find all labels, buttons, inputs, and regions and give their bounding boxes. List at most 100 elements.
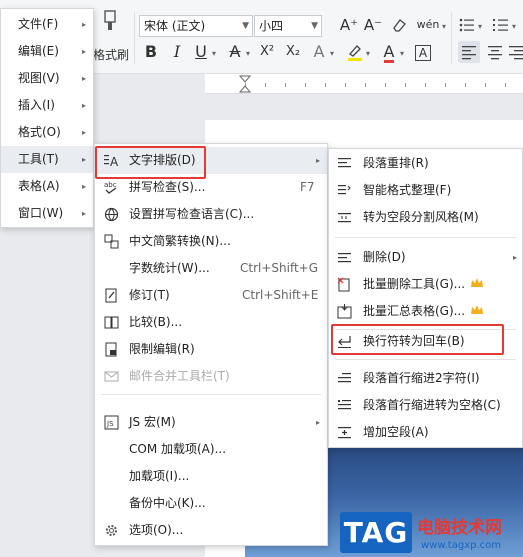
shortcut-label: F7 xyxy=(300,180,315,194)
font-name-select[interactable]: 宋体 (正文) ▼ xyxy=(139,15,253,37)
chevron-down-icon: ▼ xyxy=(311,21,318,31)
menu-item-chinese-convert[interactable]: 中文简繁转换(N)... xyxy=(95,228,327,255)
empty-paragraph-icon xyxy=(338,213,351,223)
menu-item-spellcheck[interactable]: abc 拼写检查(S)... F7 xyxy=(95,174,327,201)
menu-item-indent-2-chars[interactable]: 段落首行缩进2字符(I) xyxy=(329,365,522,392)
menu-item-text-layout[interactable]: A 文字排版(D) ▸ xyxy=(95,147,327,174)
menu-item-indent-to-space[interactable]: 段落首行缩进转为空格(C) xyxy=(329,392,522,419)
format-painter-button[interactable]: 格式刷 xyxy=(93,10,133,62)
numbered-list-button[interactable] xyxy=(490,14,512,36)
ruler-tick xyxy=(505,83,506,87)
chevron-down-icon[interactable]: ▾ xyxy=(366,49,370,58)
text-effect-icon: A xyxy=(313,42,325,61)
char-border-button[interactable]: A xyxy=(412,41,434,63)
chevron-down-icon[interactable]: ▾ xyxy=(478,22,482,31)
toolbar-divider xyxy=(134,12,135,64)
pinyin-button[interactable]: wén xyxy=(414,14,442,36)
superscript-button[interactable]: X² xyxy=(256,41,278,63)
smart-format-icon xyxy=(338,185,351,195)
menu-item-add-empty-paragraph[interactable]: 增加空段(A) xyxy=(329,419,522,446)
clear-format-button[interactable] xyxy=(388,14,410,36)
shrink-font-button[interactable]: A⁻ xyxy=(362,14,384,36)
indent-space-icon xyxy=(338,400,351,410)
menu-item-empty-paragraph[interactable]: 转为空段分割风格(M) xyxy=(329,204,522,231)
italic-button[interactable]: I xyxy=(166,41,188,63)
font-size-select[interactable]: 小四 ▼ xyxy=(254,15,322,37)
chevron-down-icon[interactable]: ▾ xyxy=(246,49,250,58)
strikethrough-icon: A xyxy=(229,42,241,61)
bold-icon: B xyxy=(144,42,158,61)
menu-item-smart-format[interactable]: 智能格式整理(F) xyxy=(329,177,522,204)
menu-item-js-macro[interactable]: JS JS 宏(M) ▸ xyxy=(95,409,327,436)
align-left-button[interactable] xyxy=(458,41,480,63)
chevron-down-icon[interactable]: ▾ xyxy=(512,22,516,31)
menu-item-edit[interactable]: 编辑(E) ▸ xyxy=(1,38,93,65)
bullet-list-button[interactable] xyxy=(456,14,478,36)
menu-item-word-count[interactable]: 字数统计(W)... Ctrl+Shift+G xyxy=(95,255,327,282)
language-icon xyxy=(104,207,119,222)
menu-item-delete[interactable]: 删除(D) ▸ xyxy=(329,244,522,271)
menu-item-label: 拼写检查(S)... xyxy=(129,180,206,194)
menu-item-tools[interactable]: 工具(T) ▸ xyxy=(1,146,93,173)
chevron-down-icon: ▼ xyxy=(242,21,249,31)
font-color-button[interactable]: A xyxy=(378,41,400,63)
menu-item-label: 段落重排(R) xyxy=(363,156,429,170)
text-effect-button[interactable]: A xyxy=(308,41,330,63)
align-center-button[interactable] xyxy=(484,41,506,63)
font-size-value: 小四 xyxy=(259,19,284,33)
indent-2-icon xyxy=(338,373,351,383)
menu-item-backup-center[interactable]: 备份中心(K)... xyxy=(95,490,327,517)
chevron-down-icon[interactable]: ▾ xyxy=(212,49,216,58)
menu-item-batch-delete[interactable]: 批量删除工具(G)... xyxy=(329,271,522,298)
convert-icon xyxy=(104,234,119,249)
menu-item-revision[interactable]: 修订(T) Ctrl+Shift+E xyxy=(95,282,327,309)
add-paragraph-icon xyxy=(338,427,351,439)
menu-item-label: 窗口(W) xyxy=(18,206,64,220)
revision-icon xyxy=(105,288,117,303)
menu-item-label: 批量汇总表格(G)... xyxy=(363,304,466,318)
chevron-right-icon: ▸ xyxy=(82,155,87,164)
font-color-icon: A xyxy=(383,42,395,63)
menu-item-window[interactable]: 窗口(W) ▸ xyxy=(1,200,93,227)
chevron-down-icon[interactable]: ▾ xyxy=(330,49,334,58)
menu-item-table[interactable]: 表格(A) ▸ xyxy=(1,173,93,200)
italic-icon: I xyxy=(173,42,181,61)
menu-item-addin[interactable]: 加载项(I)... xyxy=(95,463,327,490)
menu-item-options[interactable]: 选项(O)... xyxy=(95,517,327,544)
batch-table-icon xyxy=(337,304,352,319)
menu-item-view[interactable]: 视图(V) ▸ xyxy=(1,65,93,92)
chevron-down-icon[interactable]: ▾ xyxy=(442,22,446,31)
menu-item-compare[interactable]: 比较(B)... xyxy=(95,309,327,336)
menu-item-restrict-edit[interactable]: 限制编辑(R) xyxy=(95,336,327,363)
spellcheck-icon: abc xyxy=(104,181,117,194)
subscript-button[interactable]: X₂ xyxy=(282,41,304,63)
menu-item-label: 备份中心(K)... xyxy=(129,496,206,510)
ruler-tick xyxy=(345,83,346,87)
shrink-font-icon: A⁻ xyxy=(363,16,383,34)
indent-marker-icon[interactable] xyxy=(238,74,252,94)
align-center-icon xyxy=(488,46,502,60)
chevron-down-icon[interactable]: ▾ xyxy=(400,49,404,58)
menu-item-com-addin[interactable]: COM 加载项(A)... xyxy=(95,436,327,463)
horizontal-ruler[interactable] xyxy=(205,74,523,94)
menu-item-line-break-to-enter[interactable]: 换行符转为回车(B) xyxy=(329,328,522,355)
menu-item-batch-table[interactable]: 批量汇总表格(G)... xyxy=(329,298,522,325)
highlight-button[interactable] xyxy=(344,41,366,63)
underline-button[interactable]: U xyxy=(190,41,212,63)
menu-item-paragraph-rearrange[interactable]: 段落重排(R) xyxy=(329,150,522,177)
strikethrough-button[interactable]: A xyxy=(224,41,246,63)
superscript-icon: X² xyxy=(259,44,275,59)
tools-menu: A 文字排版(D) ▸ abc 拼写检查(S)... F7 设置拼写检查语言(C… xyxy=(94,143,328,546)
menu-item-insert[interactable]: 插入(I) ▸ xyxy=(1,92,93,119)
shortcut-label: Ctrl+Shift+E xyxy=(242,288,319,302)
bold-button[interactable]: B xyxy=(140,41,162,63)
align-right-button[interactable] xyxy=(508,41,523,63)
menu-item-spellcheck-language[interactable]: 设置拼写检查语言(C)... xyxy=(95,201,327,228)
menu-item-label: 中文简繁转换(N)... xyxy=(129,234,231,248)
menu-item-format[interactable]: 格式(O) ▸ xyxy=(1,119,93,146)
ruler-tick xyxy=(405,83,406,87)
grow-font-button[interactable]: A⁺ xyxy=(338,14,360,36)
menu-item-file[interactable]: 文件(F) ▸ xyxy=(1,11,93,38)
menu-item-label: 段落首行缩进2字符(I) xyxy=(363,371,480,385)
ruler-tick xyxy=(325,83,326,87)
